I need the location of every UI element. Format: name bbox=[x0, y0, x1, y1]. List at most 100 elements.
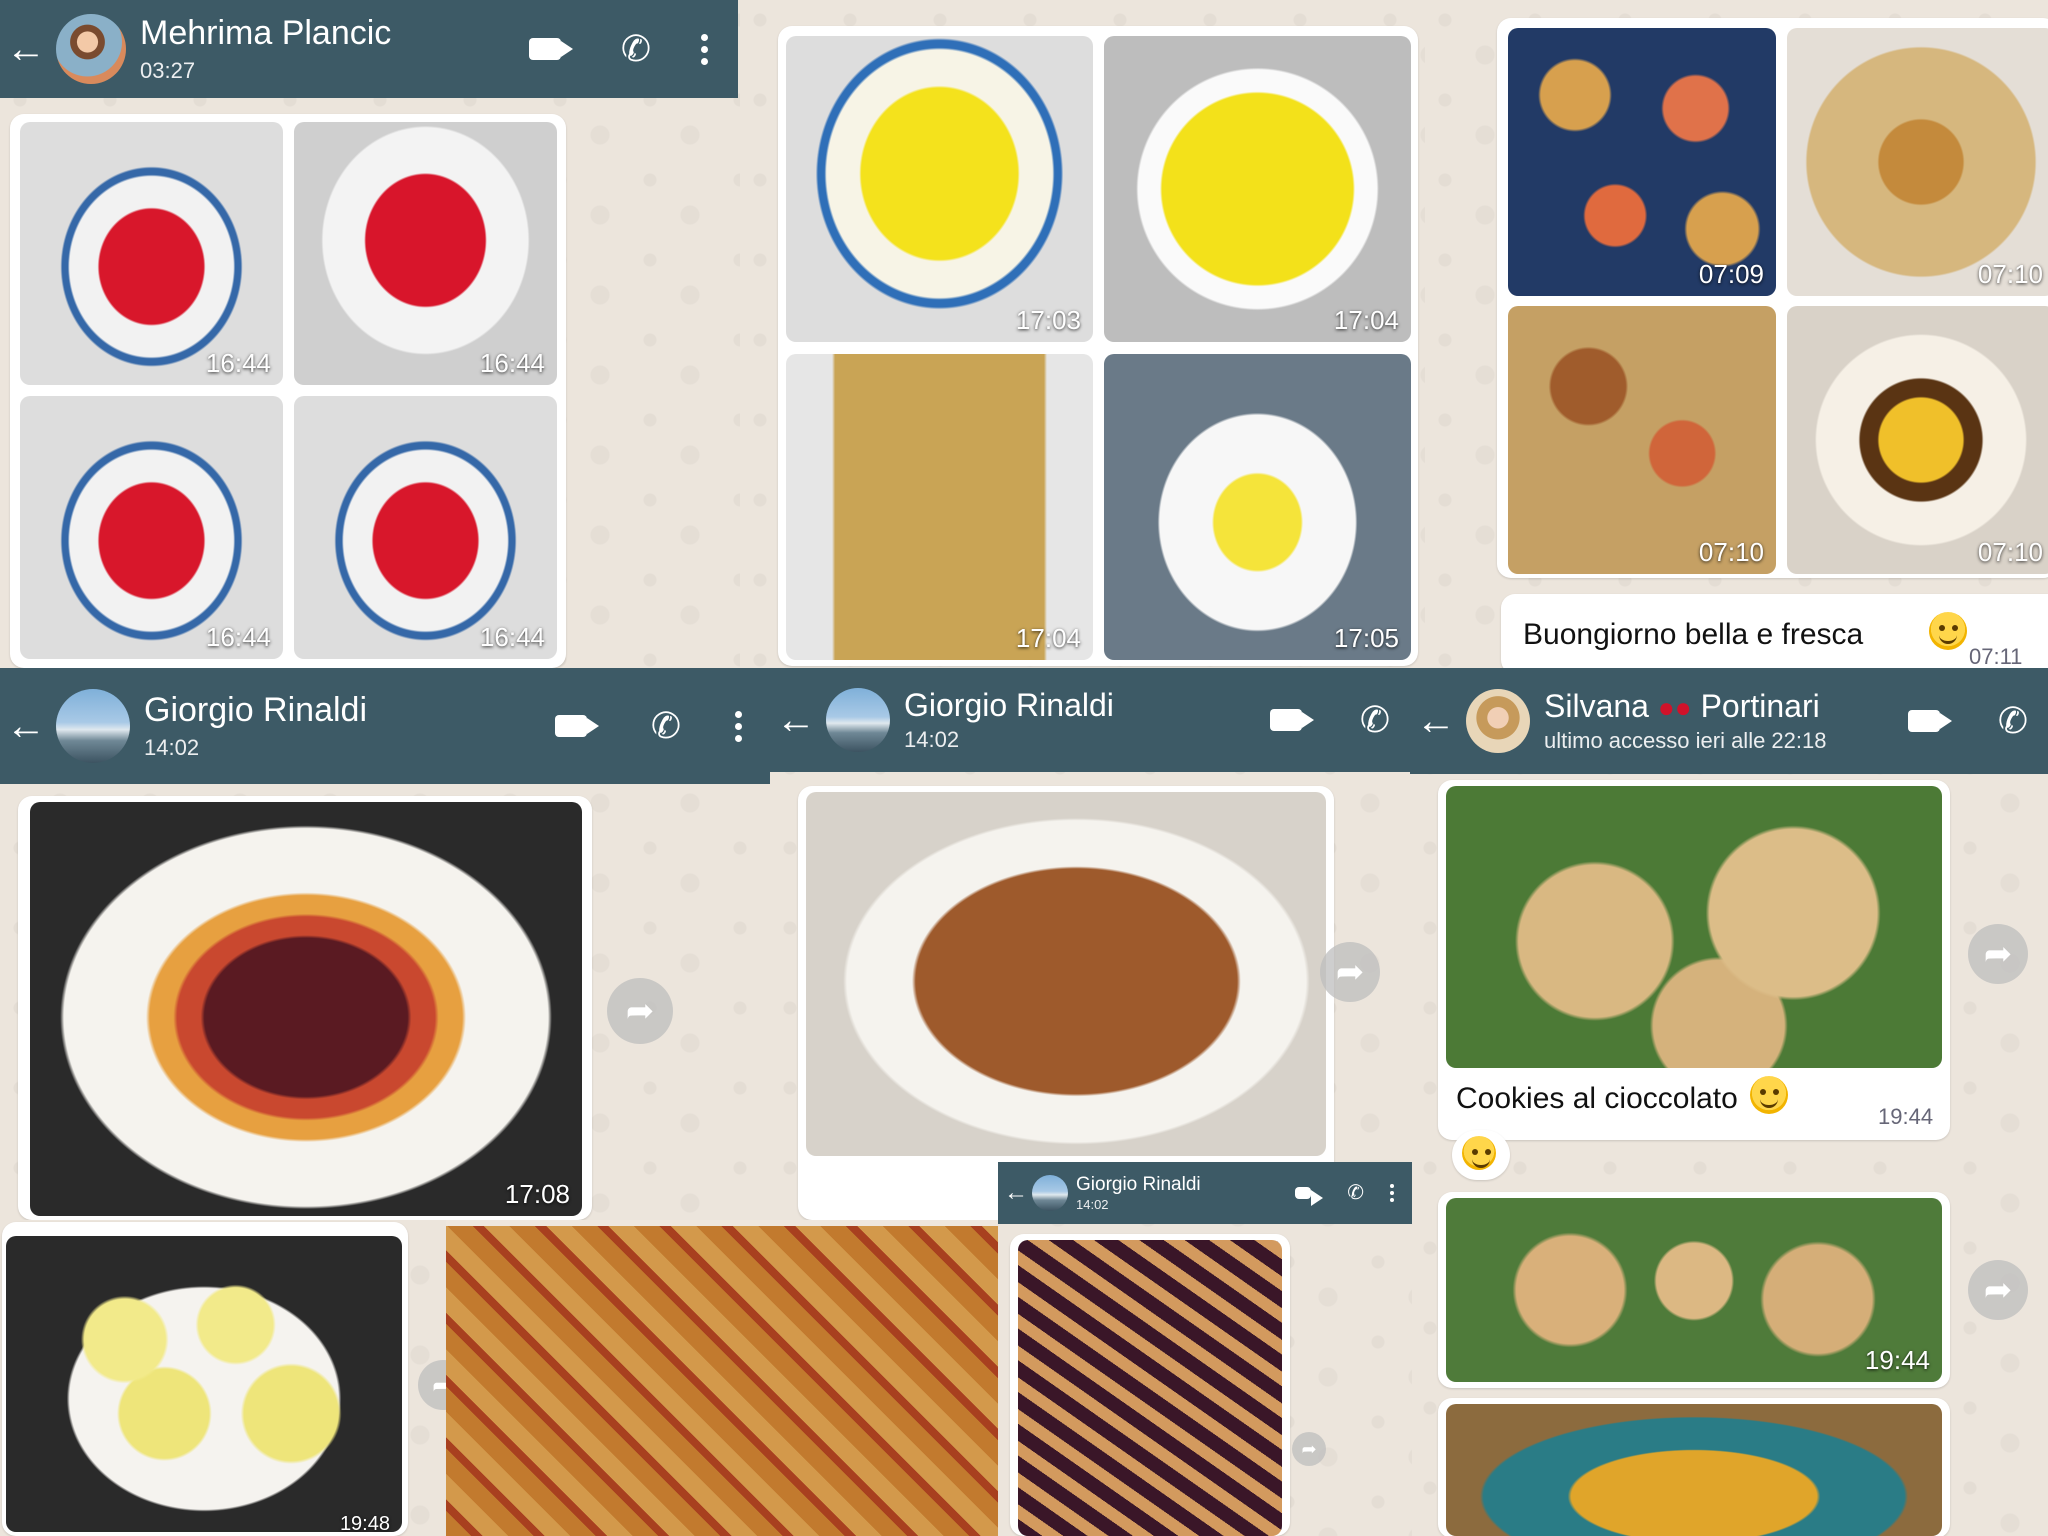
timestamp: 17:04 bbox=[1015, 623, 1081, 653]
contact-status: 14:02 bbox=[144, 734, 200, 760]
chat-header: ← Giorgio Rinaldi 14:02 ✆ bbox=[770, 668, 1410, 772]
caption-time: 19:44 bbox=[1878, 1104, 1934, 1129]
timestamp: 16:44 bbox=[479, 622, 545, 652]
video-call-icon[interactable] bbox=[554, 715, 599, 737]
phone-icon[interactable]: ✆ bbox=[1998, 703, 2028, 739]
photo-thumbnail[interactable]: 17:05 bbox=[1104, 354, 1411, 660]
forward-icon[interactable]: ➦ bbox=[607, 978, 673, 1044]
chat-panel-silvana: ← Silvana ●● Portinari ultimo accesso ie… bbox=[1410, 668, 2048, 1536]
video-call-icon[interactable] bbox=[1295, 1187, 1324, 1206]
contact-name[interactable]: Silvana ●● Portinari bbox=[1544, 688, 1908, 725]
timestamp: 17:04 bbox=[1333, 305, 1399, 335]
back-arrow-icon[interactable]: ← bbox=[6, 29, 46, 69]
smile-emoji-icon bbox=[1750, 1076, 1788, 1114]
video-call-icon[interactable] bbox=[1907, 710, 1952, 732]
timestamp: 16:44 bbox=[205, 622, 271, 652]
contact-status: 14:02 bbox=[904, 727, 960, 753]
timestamp: 16:44 bbox=[205, 348, 271, 378]
contact-name[interactable]: Mehrima Plancic bbox=[140, 14, 529, 53]
forward-icon[interactable]: ➦ bbox=[1968, 1260, 2028, 1320]
chat-header: ← Silvana ●● Portinari ultimo accesso ie… bbox=[1410, 668, 2048, 774]
chat-panel-giorgio-choco: ← Giorgio Rinaldi 14:02 ✆ ➦ bbox=[770, 668, 1410, 1220]
contact-name[interactable]: Giorgio Rinaldi bbox=[1076, 1174, 1295, 1196]
timestamp: 17:05 bbox=[1333, 623, 1399, 653]
phone-icon[interactable]: ✆ bbox=[1347, 1183, 1364, 1203]
timestamp: 19:44 bbox=[1864, 1345, 1930, 1375]
message-text: Buongiorno bella e fresca bbox=[1523, 618, 1864, 651]
message-time: 07:11 bbox=[1969, 644, 2023, 668]
chat-panel-giorgio-small: ← Giorgio Rinaldi 14:02 ✆ ➦ bbox=[998, 1162, 1412, 1536]
cherry-icon: ●● bbox=[1657, 691, 1692, 723]
photo-croissants bbox=[446, 1226, 998, 1536]
avatar[interactable] bbox=[826, 688, 890, 752]
smile-emoji-icon bbox=[1929, 612, 1967, 650]
timestamp: 19:48 bbox=[339, 1513, 390, 1532]
photo-caption: Cookies al cioccolato bbox=[1456, 1082, 1738, 1115]
menu-dots-icon[interactable] bbox=[735, 710, 742, 742]
photo-thumbnail[interactable] bbox=[806, 792, 1326, 1156]
chat-panel-yellow: 17:03 17:04 17:04 17:05 bbox=[740, 0, 1425, 668]
timestamp: 17:03 bbox=[1015, 305, 1081, 335]
phone-icon[interactable]: ✆ bbox=[1360, 702, 1390, 738]
chat-header: ← Giorgio Rinaldi 14:02 ✆ bbox=[0, 668, 770, 784]
timestamp: 07:09 bbox=[1698, 259, 1764, 289]
photo-thumbnail[interactable]: 17:04 bbox=[786, 354, 1093, 660]
photo-thumbnail[interactable]: 19:44 bbox=[1446, 1198, 1942, 1382]
phone-icon[interactable]: ✆ bbox=[651, 708, 681, 744]
video-call-icon[interactable] bbox=[1269, 709, 1314, 731]
timestamp: 07:10 bbox=[1698, 537, 1764, 567]
photo-thumbnail[interactable]: 16:44 bbox=[294, 122, 557, 385]
avatar[interactable] bbox=[56, 689, 130, 763]
back-arrow-icon[interactable]: ← bbox=[1416, 701, 1456, 741]
video-call-icon[interactable] bbox=[528, 38, 573, 60]
timestamp: 16:44 bbox=[479, 348, 545, 378]
timestamp: 07:10 bbox=[1977, 259, 2043, 289]
photo-yellow-minis: 19:48 ➦ bbox=[0, 1220, 446, 1536]
timestamp: 07:10 bbox=[1977, 537, 2043, 567]
forward-icon[interactable]: ➦ bbox=[1968, 924, 2028, 984]
avatar[interactable] bbox=[1466, 689, 1530, 753]
contact-status: 03:27 bbox=[140, 57, 196, 83]
photo-thumbnail[interactable] bbox=[1446, 1404, 1942, 1536]
photo-thumbnail[interactable]: 16:44 bbox=[294, 396, 557, 659]
back-arrow-icon[interactable]: ← bbox=[776, 700, 816, 740]
contact-status: 14:02 bbox=[1076, 1197, 1109, 1213]
photo-thumbnail[interactable]: 16:44 bbox=[20, 396, 283, 659]
photo-thumbnail[interactable]: 16:44 bbox=[20, 122, 283, 385]
contact-name[interactable]: Giorgio Rinaldi bbox=[144, 691, 555, 730]
photo-thumbnail[interactable]: 17:03 bbox=[786, 36, 1093, 342]
chat-panel-mehrima: ← Mehrima Plancic 03:27 ✆ 16:44 16:44 16… bbox=[0, 0, 740, 668]
avatar[interactable] bbox=[1032, 1175, 1068, 1211]
chat-panel-pastries: 07:09 07:10 07:10 07:10 Buongiorno bella… bbox=[1425, 0, 2048, 668]
contact-last-name: Portinari bbox=[1700, 687, 1820, 724]
photo-thumbnail[interactable]: 17:04 bbox=[1104, 36, 1411, 342]
forward-icon[interactable]: ➦ bbox=[418, 1360, 446, 1410]
back-arrow-icon[interactable]: ← bbox=[1004, 1181, 1028, 1205]
smile-emoji-icon bbox=[1462, 1136, 1496, 1170]
photo-thumbnail[interactable] bbox=[446, 1226, 998, 1536]
forward-icon[interactable]: ➦ bbox=[1320, 942, 1380, 1002]
text-message-bubble: Buongiorno bella e fresca 07:11 bbox=[1501, 594, 2048, 668]
forward-icon[interactable]: ➦ bbox=[1292, 1432, 1326, 1466]
reaction-badge[interactable] bbox=[1452, 1130, 1510, 1180]
photo-thumbnail[interactable] bbox=[1446, 786, 1942, 1068]
photo-thumbnail[interactable]: 07:10 bbox=[1787, 28, 2048, 296]
contact-first-name: Silvana bbox=[1544, 687, 1649, 724]
chat-header: ← Giorgio Rinaldi 14:02 ✆ bbox=[998, 1162, 1412, 1224]
menu-dots-icon[interactable] bbox=[701, 33, 708, 65]
photo-thumbnail[interactable]: 19:48 bbox=[6, 1236, 402, 1532]
timestamp: 17:08 bbox=[504, 1179, 570, 1209]
contact-name[interactable]: Giorgio Rinaldi bbox=[904, 687, 1270, 724]
contact-status: ultimo accesso ieri alle 22:18 bbox=[1544, 728, 1827, 754]
photo-thumbnail[interactable]: 07:10 bbox=[1787, 306, 2048, 574]
phone-icon[interactable]: ✆ bbox=[621, 31, 651, 67]
menu-dots-icon[interactable] bbox=[1390, 1184, 1394, 1202]
chat-header: ← Mehrima Plancic 03:27 ✆ bbox=[0, 0, 738, 98]
avatar[interactable] bbox=[56, 14, 126, 84]
photo-thumbnail[interactable]: 07:10 bbox=[1508, 306, 1776, 574]
photo-thumbnail[interactable]: 17:08 bbox=[30, 802, 582, 1216]
photo-thumbnail[interactable] bbox=[1018, 1240, 1282, 1536]
chat-panel-giorgio-tart: ← Giorgio Rinaldi 14:02 ✆ 17:08 ➦ bbox=[0, 668, 770, 1220]
back-arrow-icon[interactable]: ← bbox=[6, 706, 46, 746]
photo-thumbnail[interactable]: 07:09 bbox=[1508, 28, 1776, 296]
